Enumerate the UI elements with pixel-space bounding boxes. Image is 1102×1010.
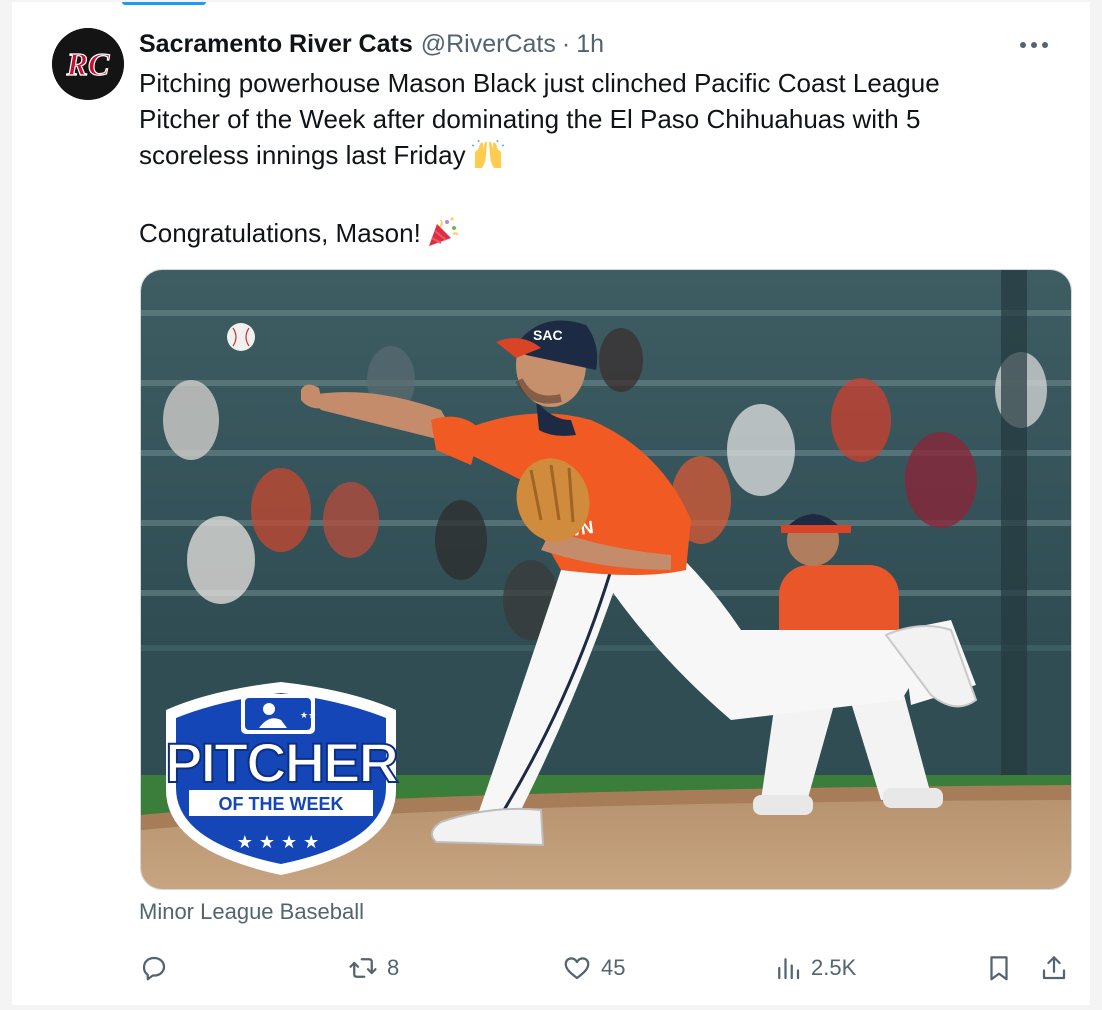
tweet-text-line: Pitcher of the Week after dominating the… <box>139 104 921 134</box>
views-button[interactable]: 2.5K <box>773 948 856 988</box>
share-button[interactable] <box>1039 948 1069 988</box>
tweet-text: Pitching powerhouse Mason Black just cli… <box>139 65 1039 257</box>
tweet-media-image[interactable]: TOWN SAC <box>140 269 1072 890</box>
analytics-icon <box>778 958 800 980</box>
media-source-label[interactable]: Minor League Baseball <box>139 899 364 925</box>
reply-icon <box>142 956 166 981</box>
retweet-count: 8 <box>387 955 400 980</box>
tweet-header: Sacramento River Cats @RiverCats · 1h <box>139 27 604 61</box>
tweet-timestamp[interactable]: 1h <box>576 30 604 59</box>
bookmark-button[interactable] <box>984 948 1014 988</box>
badge-title: PITCHER <box>165 731 398 794</box>
tab-indicator <box>122 2 206 5</box>
tweet-card[interactable]: RC Sacramento River Cats @RiverCats · 1h… <box>12 2 1090 1005</box>
tweet-text-line: scoreless innings last Friday <box>139 137 1039 179</box>
svg-text:★★: ★★ <box>300 710 316 720</box>
raising-hands-emoji <box>471 139 504 179</box>
more-options-button[interactable] <box>1016 30 1052 60</box>
svg-text:★★★★: ★★★★ <box>237 832 326 852</box>
bookmark-icon <box>990 956 1008 981</box>
like-button[interactable]: 45 <box>561 948 625 988</box>
party-popper-emoji <box>427 216 459 257</box>
tweet-text-line: Pitching powerhouse Mason Black just cli… <box>139 68 940 98</box>
retweet-icon <box>349 958 377 978</box>
views-count: 2.5K <box>811 955 857 980</box>
tweet-text-fragment: Congratulations, Mason! <box>139 218 421 248</box>
like-count: 45 <box>601 955 626 980</box>
tweet-actions-bar: 8 45 2.5K <box>139 948 1074 988</box>
author-avatar[interactable]: RC <box>52 28 124 100</box>
retweet-button[interactable]: 8 <box>347 948 399 988</box>
share-icon <box>1042 956 1066 980</box>
tweet-text-fragment: scoreless innings last Friday <box>139 140 466 170</box>
badge-subtitle: OF THE WEEK <box>219 794 344 814</box>
tweet-text-line: Congratulations, Mason! <box>139 215 1039 257</box>
cap-logo-text: SAC <box>533 327 563 343</box>
more-icon <box>1020 42 1048 48</box>
reply-button[interactable] <box>139 948 177 988</box>
author-handle[interactable]: @RiverCats <box>421 30 556 59</box>
separator-dot: · <box>561 29 571 58</box>
heart-icon <box>564 957 590 980</box>
author-display-name[interactable]: Sacramento River Cats <box>139 30 413 59</box>
avatar-logo-text: RC <box>66 46 110 82</box>
